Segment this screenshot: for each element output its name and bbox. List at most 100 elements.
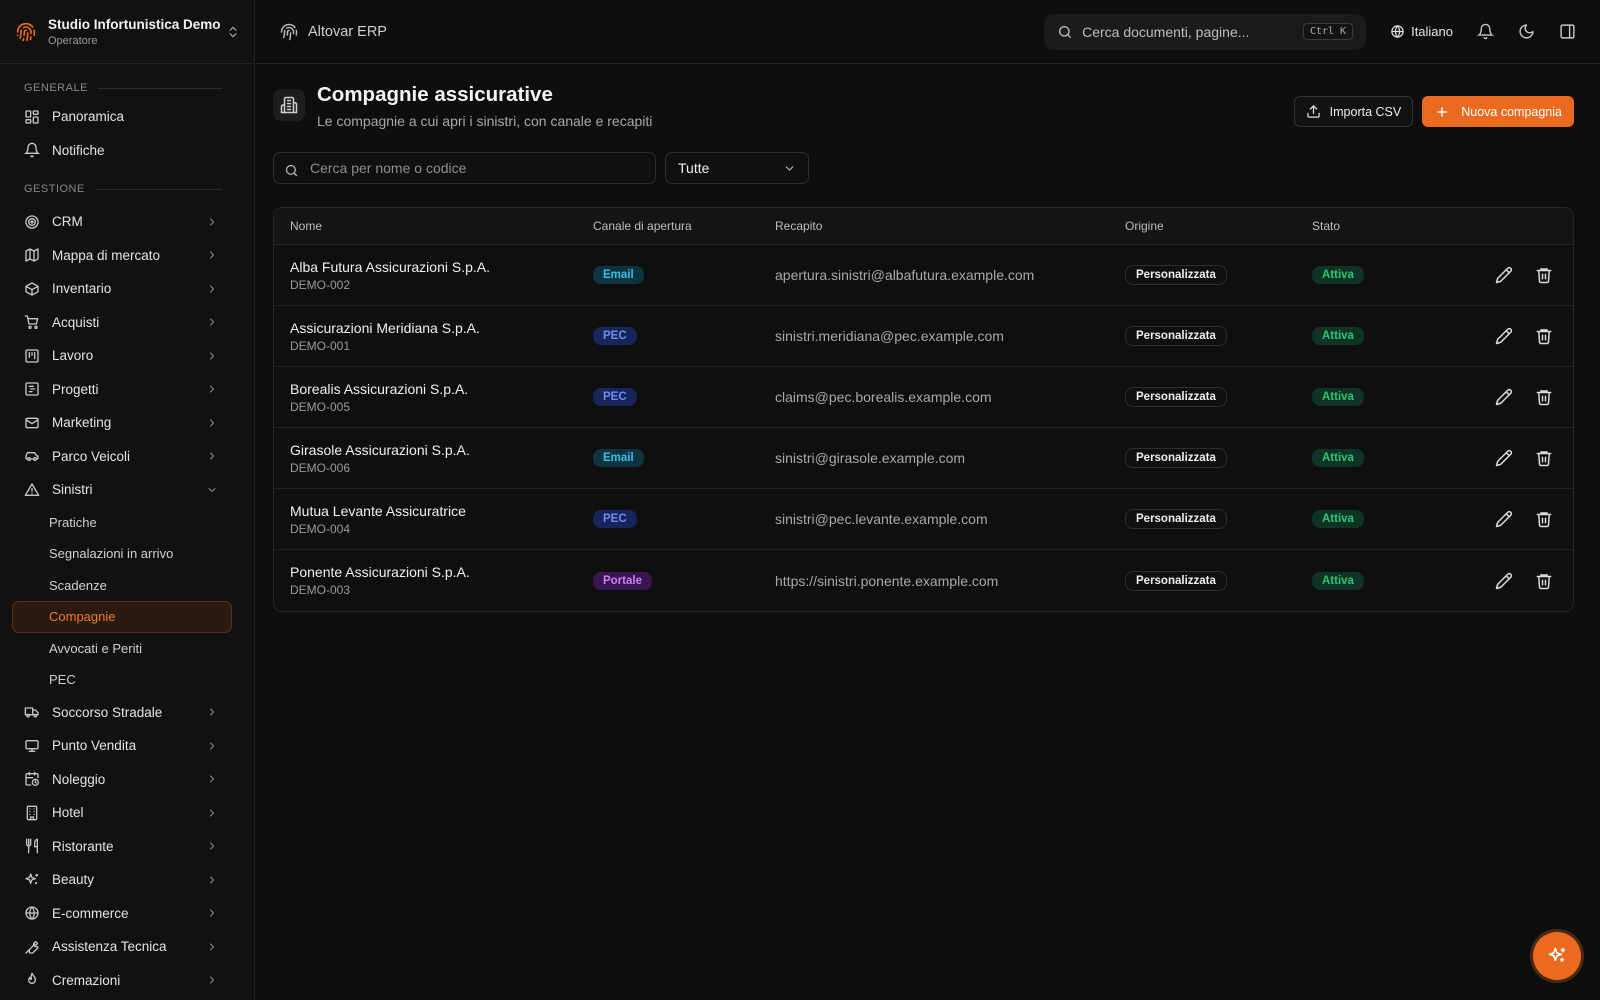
- sidebar-item-label: Beauty: [52, 872, 95, 888]
- monitor-icon: [25, 739, 39, 752]
- page-header: Compagnie assicurative Le compagnie a cu…: [273, 80, 1574, 140]
- app-brand[interactable]: Altovar ERP: [280, 23, 387, 41]
- pencil-icon[interactable]: [1495, 388, 1513, 406]
- sidebar-item-panoramica[interactable]: Panoramica: [0, 100, 254, 134]
- chevron-down-icon: [785, 165, 794, 171]
- org-switcher[interactable]: Studio Infortunistica Demo Operatore: [0, 0, 254, 64]
- pencil-icon[interactable]: [1495, 449, 1513, 467]
- table-row[interactable]: Mutua Levante Assicuratrice DEMO-004 PEC …: [274, 489, 1573, 550]
- sidebar-item-label: Ristorante: [52, 838, 114, 854]
- dashboard-icon: [25, 110, 39, 124]
- trash-icon[interactable]: [1535, 388, 1553, 406]
- company-name: Girasole Assicurazioni S.p.A.: [290, 441, 470, 458]
- table-row[interactable]: Borealis Assicurazioni S.p.A. DEMO-005 PE…: [274, 367, 1573, 428]
- status-filter-value: Tutte: [678, 160, 710, 176]
- sidebar-item-beauty[interactable]: Beauty: [0, 863, 254, 897]
- import-csv-button[interactable]: Importa CSV: [1293, 96, 1414, 127]
- sidebar-item-ristorante[interactable]: Ristorante: [0, 830, 254, 864]
- import-csv-label: Importa CSV: [1329, 104, 1402, 119]
- sidebar-item-label: Assistenza Tecnica: [52, 939, 167, 955]
- status-filter-select[interactable]: Tutte: [665, 152, 809, 184]
- page-icon: [273, 89, 305, 121]
- sidebar-item-marketing[interactable]: Marketing: [0, 406, 254, 440]
- sidebar-item-acquisti[interactable]: Acquisti: [0, 306, 254, 340]
- sidebar-item-label: Progetti: [52, 381, 99, 397]
- company-search-input[interactable]: Cerca per nome o codice: [273, 152, 656, 184]
- table-row[interactable]: Girasole Assicurazioni S.p.A. DEMO-006 Em…: [274, 428, 1573, 489]
- sidebar-item-sinistri[interactable]: Sinistri: [0, 473, 254, 507]
- language-switcher[interactable]: Italiano: [1390, 24, 1453, 39]
- upload-icon: [1306, 105, 1320, 118]
- company-contact: sinistri@pec.levante.example.com: [775, 511, 988, 527]
- origin-badge: Personalizzata: [1125, 326, 1227, 346]
- sidebar-item-parco-veicoli[interactable]: Parco Veicoli: [0, 440, 254, 474]
- pencil-icon[interactable]: [1495, 327, 1513, 345]
- warning-triangle-icon: [24, 483, 40, 496]
- sidebar-item-mappa-di-mercato[interactable]: Mappa di mercato: [0, 239, 254, 273]
- column-header-origine[interactable]: Origine: [1125, 219, 1312, 233]
- sidebar-subitem-label: Scadenze: [49, 577, 107, 593]
- status-badge: Attiva: [1312, 510, 1364, 528]
- trash-icon[interactable]: [1535, 266, 1553, 284]
- sidebar-subitem-pec[interactable]: PEC: [12, 664, 232, 696]
- sidebar-item-notifiche[interactable]: Notifiche: [0, 134, 254, 168]
- pencil-icon[interactable]: [1495, 266, 1513, 284]
- sidebar-item-noleggio[interactable]: Noleggio: [0, 763, 254, 797]
- table-row[interactable]: Assicurazioni Meridiana S.p.A. DEMO-001 P…: [274, 306, 1573, 367]
- search-shortcut: Ctrl K: [1302, 23, 1354, 40]
- sidebar-subitem-pratiche[interactable]: Pratiche: [12, 507, 232, 539]
- moon-icon[interactable]: [1518, 23, 1535, 40]
- sidebar-item-soccorso-stradale[interactable]: Soccorso Stradale: [0, 696, 254, 730]
- status-badge: Attiva: [1312, 327, 1364, 345]
- sidebar-subitem-avvocati-e-periti[interactable]: Avvocati e Periti: [12, 633, 232, 665]
- sidebar-item-assistenza-tecnica[interactable]: Assistenza Tecnica: [0, 930, 254, 964]
- sidebar-subitem-compagnie[interactable]: Compagnie: [12, 601, 232, 633]
- chevron-right-icon: [209, 842, 215, 850]
- globe-icon: [1391, 25, 1404, 38]
- sidebar-item-inventario[interactable]: Inventario: [0, 272, 254, 306]
- company-contact: apertura.sinistri@albafutura.example.com: [775, 267, 1035, 283]
- sidebar-item-lavoro[interactable]: Lavoro: [0, 339, 254, 373]
- column-header-canale[interactable]: Canale di apertura: [593, 219, 775, 233]
- new-company-button[interactable]: Nuova compagnia: [1422, 96, 1574, 127]
- sidebar-nav: GENERALE Panoramica Notifiche GESTIONE C…: [0, 64, 254, 997]
- sidebar-item-label: Sinistri: [52, 482, 93, 498]
- org-role: Operatore: [48, 34, 98, 47]
- company-contact: sinistri.meridiana@pec.example.com: [775, 328, 1004, 344]
- company-contact: claims@pec.borealis.example.com: [775, 389, 992, 405]
- sidebar-item-crm[interactable]: CRM: [0, 205, 254, 239]
- ai-assistant-button[interactable]: [1533, 932, 1581, 980]
- sidebar-item-label: Notifiche: [52, 142, 105, 158]
- chevron-right-icon: [209, 452, 215, 460]
- company-code: DEMO-004: [290, 521, 351, 536]
- column-header-stato[interactable]: Stato: [1312, 219, 1462, 233]
- sidebar-item-hotel[interactable]: Hotel: [0, 796, 254, 830]
- sparkles-icon: [25, 873, 38, 884]
- global-search[interactable]: Cerca documenti, pagine... Ctrl K: [1044, 13, 1367, 50]
- trash-icon[interactable]: [1535, 449, 1553, 467]
- sidebar-subitem-scadenze[interactable]: Scadenze: [12, 570, 232, 602]
- column-header-nome[interactable]: Nome: [274, 219, 593, 233]
- sidebar-item-cremazioni[interactable]: Cremazioni: [0, 964, 254, 998]
- main-content: Compagnie assicurative Le compagnie a cu…: [256, 64, 1600, 1000]
- trash-icon[interactable]: [1535, 572, 1553, 590]
- sidebar-item-label: Cremazioni: [52, 972, 121, 988]
- sidebar-subitem-segnalazioni-in-arrivo[interactable]: Segnalazioni in arrivo: [12, 538, 232, 570]
- table-row[interactable]: Ponente Assicurazioni S.p.A. DEMO-003 Por…: [274, 550, 1573, 611]
- table-row[interactable]: Alba Futura Assicurazioni S.p.A. DEMO-002…: [274, 245, 1573, 306]
- bell-icon[interactable]: [1477, 23, 1494, 40]
- trash-icon[interactable]: [1535, 510, 1553, 528]
- sidebar-item-progetti[interactable]: Progetti: [0, 373, 254, 407]
- sidebar-item-punto-vendita[interactable]: Punto Vendita: [0, 729, 254, 763]
- chevron-right-icon: [209, 352, 215, 360]
- pencil-icon[interactable]: [1495, 572, 1513, 590]
- sidebar-item-label: Punto Vendita: [52, 738, 137, 754]
- panel-toggle-icon[interactable]: [1559, 23, 1576, 40]
- trash-icon[interactable]: [1535, 327, 1553, 345]
- sidebar-item-e-commerce[interactable]: E-commerce: [0, 897, 254, 931]
- sidebar-item-label: Hotel: [52, 805, 84, 821]
- globe-icon: [25, 906, 39, 920]
- pencil-icon[interactable]: [1495, 510, 1513, 528]
- column-header-recapito[interactable]: Recapito: [775, 219, 1125, 233]
- package-icon: [25, 282, 39, 296]
